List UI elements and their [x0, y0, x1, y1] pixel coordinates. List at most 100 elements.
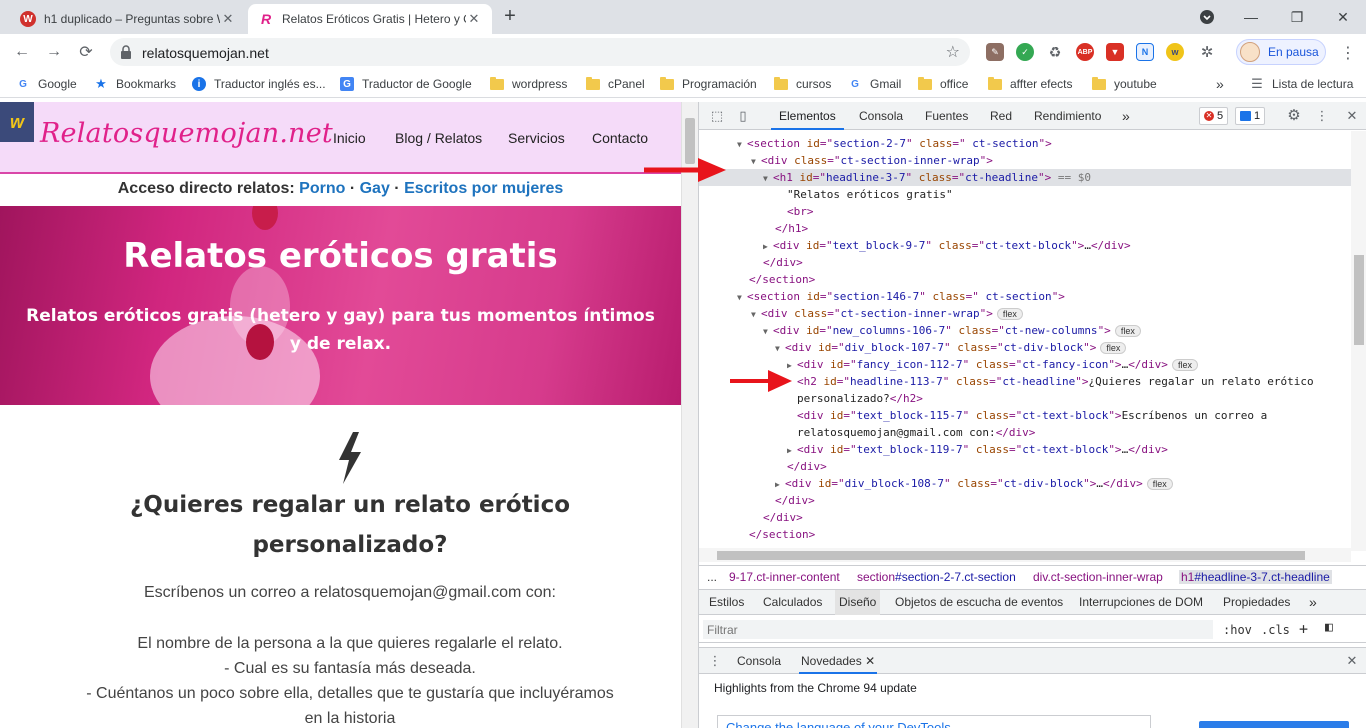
tab-dom-breakpoints[interactable]: Interrupciones de DOM — [1075, 590, 1207, 615]
tab-red[interactable]: Red — [990, 102, 1012, 130]
bookmarks-overflow-button[interactable]: » — [1216, 76, 1224, 92]
chrome-menu-icon[interactable]: ⋮ — [1340, 43, 1356, 63]
dom-tree-hscroll-thumb[interactable] — [717, 551, 1305, 560]
site-logo-mark-icon[interactable]: w — [0, 102, 34, 142]
bookmark-traductor-ingles[interactable]: i Traductor inglés es... — [192, 76, 326, 92]
bookmark-star-icon[interactable]: ☆ — [946, 42, 960, 62]
dom-node-text-block[interactable]: ▶ <div id="text_block-119-7" class="ct-te… — [699, 441, 1351, 458]
quick-link-porno[interactable]: Porno — [299, 180, 345, 197]
dom-close-section[interactable]: </section> — [699, 271, 1351, 288]
profile-button[interactable]: En pausa — [1236, 39, 1326, 65]
more-subtabs-button[interactable]: » — [1305, 590, 1321, 615]
site-logo[interactable]: Relatosquemojan.net — [40, 118, 333, 149]
dom-node-text-block[interactable]: ▶ <div id="text_block-9-7" class="ct-text… — [699, 237, 1351, 254]
bookmark-folder-wordpress[interactable]: wordpress — [490, 76, 567, 92]
tab-fuentes[interactable]: Fuentes — [925, 102, 968, 130]
nav-link-servicios[interactable]: Servicios — [508, 130, 565, 146]
tab-calculados[interactable]: Calculados — [759, 590, 826, 615]
bookmark-gmail[interactable]: G Gmail — [848, 76, 901, 92]
bookmark-traductor-google[interactable]: G Traductor de Google — [340, 76, 472, 92]
styles-filter-input[interactable] — [703, 620, 1213, 639]
tab-close-icon[interactable]: ✕ — [466, 11, 482, 27]
tab-event-listeners[interactable]: Objetos de escucha de eventos — [891, 590, 1067, 615]
dom-node-div[interactable]: ▼ <div id="div_block-107-7" class="ct-div… — [699, 339, 1351, 356]
forward-button[interactable]: → — [42, 40, 66, 64]
dom-node-section[interactable]: ▼ <section id="section-146-7" class=" ct-… — [699, 288, 1351, 305]
dom-node-br[interactable]: <br> — [699, 203, 1351, 220]
bookmark-folder-affter-efects[interactable]: affter efects — [988, 76, 1072, 92]
website-scrollbar[interactable] — [681, 102, 698, 728]
inspect-element-icon[interactable]: ⬚ — [709, 108, 725, 124]
tab-consola[interactable]: Consola — [859, 102, 903, 130]
dom-tree-horizontal-scrollbar[interactable] — [699, 548, 1351, 562]
extension-brave-icon[interactable]: ▼ — [1106, 43, 1124, 61]
back-button[interactable]: ← — [10, 40, 34, 64]
breadcrumb-inner-wrap[interactable]: div.ct-section-inner-wrap — [1033, 570, 1163, 584]
bookmark-folder-cursos[interactable]: cursos — [774, 76, 831, 92]
dom-node-h2[interactable]: <h2 id="headline-113-7" class="ct-headli… — [699, 373, 1351, 390]
device-toolbar-icon[interactable]: ▯ — [735, 108, 751, 124]
extension-adblock-icon[interactable]: ABP — [1076, 43, 1094, 61]
dom-close-section[interactable]: </section> — [699, 526, 1351, 543]
dom-node-fancy-icon[interactable]: ▶ <div id="fancy_icon-112-7" class="ct-fa… — [699, 356, 1351, 373]
restore-button[interactable]: ❐ — [1274, 0, 1320, 34]
breadcrumb-inner-content[interactable]: 9-17.ct-inner-content — [729, 570, 840, 584]
quick-link-escritos-mujeres[interactable]: Escritos por mujeres — [404, 180, 563, 197]
flex-badge[interactable]: flex — [1171, 359, 1198, 371]
whats-new-link[interactable]: Change the language of your DevTools — [726, 720, 951, 728]
toggle-sidebar-icon[interactable]: ◧ — [1325, 620, 1333, 635]
new-tab-button[interactable]: + — [499, 6, 521, 28]
flex-badge[interactable]: flex — [1114, 325, 1141, 337]
breadcrumb-more[interactable]: ... — [707, 570, 717, 584]
nav-link-contacto[interactable]: Contacto — [592, 130, 648, 146]
dom-tree-scrollbar-thumb[interactable] — [1354, 255, 1364, 345]
reload-button[interactable]: ⟳ — [74, 40, 98, 64]
settings-gear-icon[interactable]: ⚙ — [1286, 108, 1302, 124]
bookmark-folder-cpanel[interactable]: cPanel — [586, 76, 645, 92]
extension-recycle-icon[interactable]: ♻ — [1046, 43, 1064, 61]
devtools-menu-icon[interactable]: ⋮ — [1314, 108, 1330, 124]
close-devtools-icon[interactable]: ✕ — [1344, 108, 1360, 124]
extension-n-icon[interactable]: N — [1136, 43, 1154, 61]
drawer-tab-novedades[interactable]: Novedades ✕ — [799, 648, 878, 674]
breadcrumb-section[interactable]: section#section-2-7.ct-section — [857, 570, 1016, 584]
website-scrollbar-thumb[interactable] — [685, 118, 695, 164]
dom-node-div[interactable]: ▼ <div class="ct-section-inner-wrap"> — [699, 152, 1351, 169]
whats-new-card[interactable]: Change the language of your DevTools — [717, 715, 1151, 728]
cls-toggle[interactable]: .cls — [1261, 623, 1290, 637]
tab-search-icon[interactable] — [1184, 0, 1230, 34]
reading-list-button[interactable]: ☰ Lista de lectura — [1250, 76, 1353, 92]
bookmark-folder-programacion[interactable]: Programación — [660, 76, 757, 92]
dom-node-div[interactable]: ▼ <div class="ct-section-inner-wrap"> flex — [699, 305, 1351, 322]
extensions-puzzle-icon[interactable]: ✲ — [1198, 43, 1216, 61]
dom-close-h1[interactable]: </h1> — [699, 220, 1351, 237]
dom-node-h2-cont[interactable]: personalizado?</h2> — [699, 390, 1351, 407]
errors-badge[interactable]: ✕ 5 — [1199, 107, 1229, 125]
quick-link-gay[interactable]: Gay — [360, 180, 390, 197]
drawer-tab-consola[interactable]: Consola — [737, 648, 781, 674]
hov-toggle[interactable]: :hov — [1223, 623, 1252, 637]
new-style-rule-icon[interactable]: + — [1299, 620, 1308, 638]
close-drawer-icon[interactable]: ✕ — [1344, 653, 1360, 669]
close-tab-icon[interactable]: ✕ — [865, 654, 875, 668]
minimize-button[interactable]: — — [1228, 0, 1274, 34]
dom-node-text-block[interactable]: <div id="text_block-115-7" class="ct-tex… — [699, 407, 1351, 424]
bookmark-folder-youtube[interactable]: youtube — [1092, 76, 1157, 92]
extension-w-icon[interactable]: w — [1166, 43, 1184, 61]
extension-tools-icon[interactable]: ✎ — [986, 43, 1004, 61]
dom-node-text-block-cont[interactable]: relatosquemojan@gmail.com con:</div> — [699, 424, 1351, 441]
flex-badge[interactable]: flex — [1100, 342, 1127, 354]
nav-link-blog[interactable]: Blog / Relatos — [395, 130, 482, 146]
dom-close-div[interactable]: </div> — [699, 458, 1351, 475]
dom-node-div[interactable]: ▼ <div id="new_columns-106-7" class="ct-n… — [699, 322, 1351, 339]
bookmark-google[interactable]: G Google — [16, 76, 77, 92]
tab-close-icon[interactable]: ✕ — [220, 11, 236, 27]
dom-text-node[interactable]: "Relatos eróticos gratis" — [699, 186, 1351, 203]
bookmark-bookmarks[interactable]: ★ Bookmarks — [94, 76, 176, 92]
extension-shield-icon[interactable]: ✓ — [1016, 43, 1034, 61]
breadcrumb-h1[interactable]: h1#headline-3-7.ct-headline — [1179, 570, 1332, 584]
tab-estilos[interactable]: Estilos — [705, 590, 748, 615]
drawer-menu-icon[interactable]: ⋮ — [707, 653, 723, 669]
dom-node-div-block[interactable]: ▶ <div id="div_block-108-7" class="ct-div… — [699, 475, 1351, 492]
address-bar[interactable]: relatosquemojan.net ☆ — [110, 38, 970, 66]
